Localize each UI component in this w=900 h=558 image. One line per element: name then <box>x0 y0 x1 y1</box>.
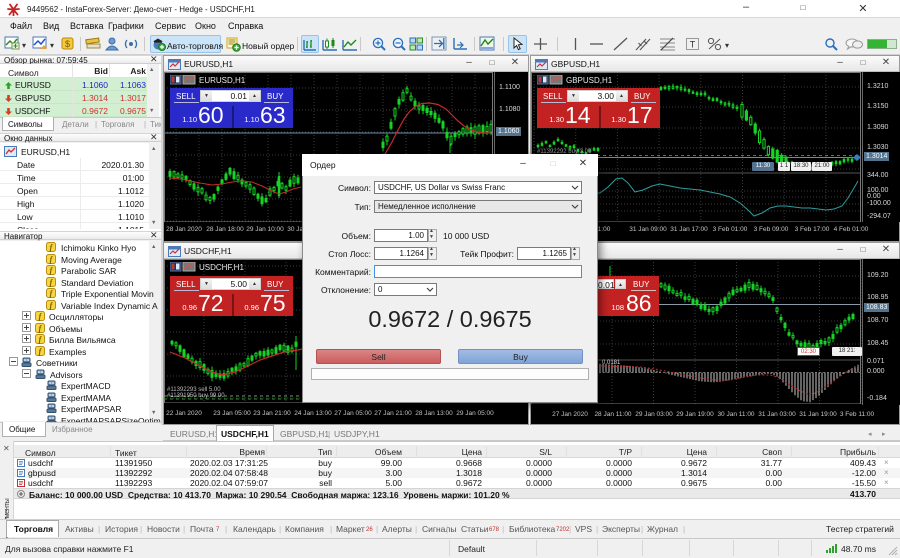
svg-text:$: $ <box>65 39 70 49</box>
svg-text:T: T <box>690 40 696 50</box>
